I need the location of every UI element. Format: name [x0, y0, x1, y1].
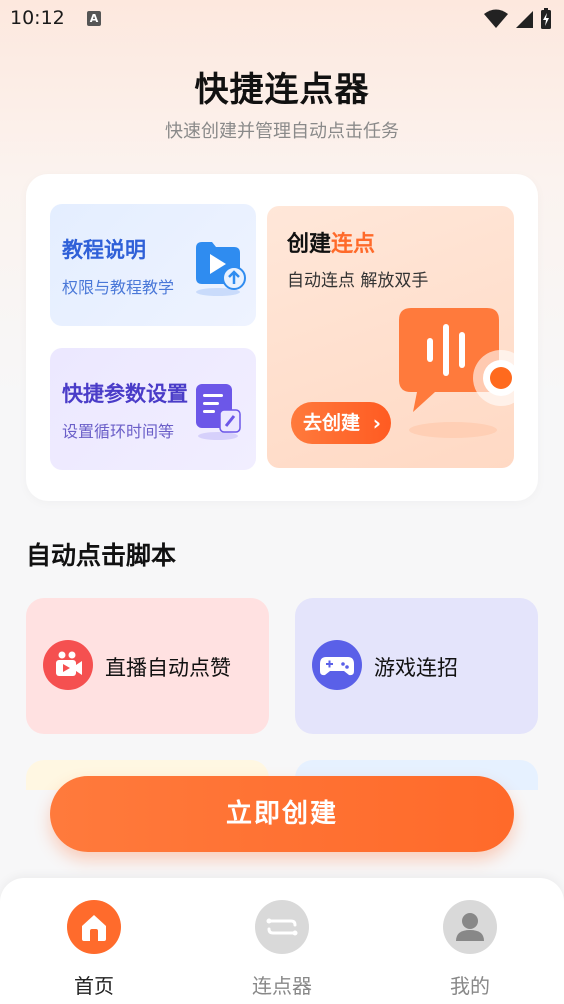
script-label-live: 直播自动点赞: [105, 656, 231, 680]
bottom-tab-bar: 首页 连点器 我的: [0, 878, 564, 1004]
battery-icon: [541, 8, 551, 29]
signal-icon: [516, 11, 533, 28]
notification-icon: A: [87, 11, 101, 26]
script-label-game: 游戏连招: [374, 656, 458, 680]
gamepad-icon: [312, 640, 362, 690]
go-create-button[interactable]: 去创建 ›: [291, 402, 391, 444]
status-time: 10:12: [10, 7, 65, 29]
tab-label-home: 首页: [74, 974, 114, 998]
tutorial-title: 教程说明: [62, 238, 146, 262]
params-subtitle: 设置循环时间等: [62, 422, 175, 441]
create-subtitle: 自动连点 解放双手: [287, 271, 429, 291]
tutorial-subtitle: 权限与教程教学: [62, 278, 175, 297]
home-icon: [67, 900, 121, 954]
clicker-icon: [255, 900, 309, 954]
tutorial-card[interactable]: 教程说明 权限与教程教学: [50, 204, 256, 326]
script-item-game-combo[interactable]: 游戏连招: [295, 598, 538, 734]
script-item-live-like[interactable]: 直播自动点赞: [26, 598, 269, 734]
params-card[interactable]: 快捷参数设置 设置循环时间等: [50, 348, 256, 470]
create-title-prefix: 创建: [287, 232, 332, 257]
status-icons: [484, 8, 552, 30]
scripts-section-title: 自动点击脚本: [26, 541, 177, 570]
tab-clicker[interactable]: 连点器: [222, 878, 342, 1004]
tab-home[interactable]: 首页: [34, 878, 154, 1004]
create-title-accent: 连点: [331, 232, 376, 257]
chevron-right-icon: ›: [372, 411, 381, 435]
user-icon: [443, 900, 497, 954]
tab-label-clicker: 连点器: [252, 974, 312, 998]
voice-bubble-icon: [399, 308, 514, 438]
page-title: 快捷连点器: [194, 70, 370, 110]
document-edit-icon: [196, 384, 241, 440]
go-create-label: 去创建: [303, 412, 361, 434]
create-title: 创建连点: [287, 226, 375, 258]
tab-label-mine: 我的: [450, 974, 490, 998]
create-card[interactable]: 创建连点 自动连点 解放双手 去创建 ›: [267, 206, 514, 468]
tab-mine[interactable]: 我的: [410, 878, 530, 1004]
wifi-icon: [484, 9, 508, 28]
params-title: 快捷参数设置: [62, 382, 188, 406]
status-bar: 10:12 A: [0, 0, 564, 38]
page-subtitle: 快速创建并管理自动点击任务: [165, 121, 399, 142]
live-video-icon: [43, 640, 93, 690]
video-upload-icon: [196, 242, 246, 296]
create-now-button[interactable]: 立即创建: [50, 776, 514, 852]
